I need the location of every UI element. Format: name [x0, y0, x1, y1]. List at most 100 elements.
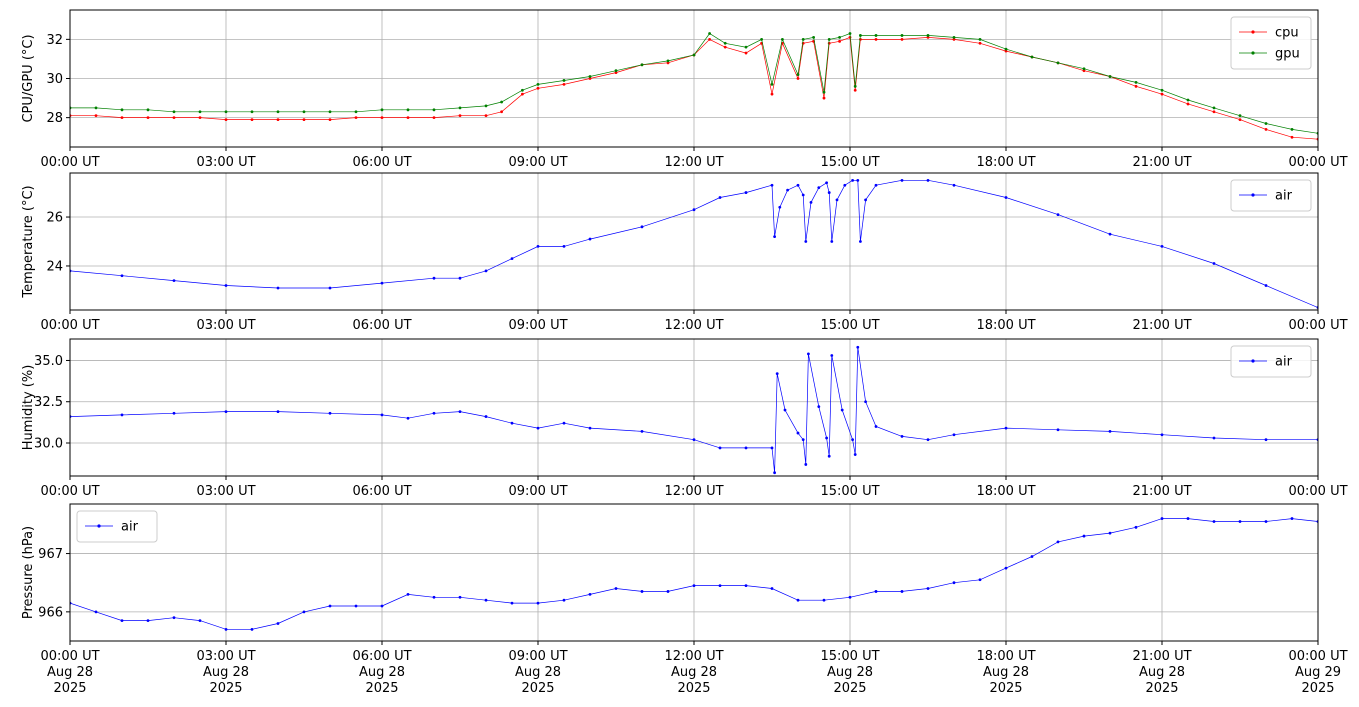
data-point-gpu [354, 110, 358, 114]
x-tick-label: 09:00 UT [508, 649, 567, 664]
data-point-gpu [1160, 88, 1164, 92]
data-point-air [562, 244, 566, 248]
data-point-cpu [94, 114, 98, 118]
data-point-air [796, 598, 800, 602]
data-point-air [773, 235, 776, 239]
x-tick-label: 00:00 UT [1288, 155, 1347, 170]
data-point-air [380, 604, 384, 608]
data-point-air [804, 240, 808, 243]
data-point-air [380, 281, 384, 285]
data-point-air [510, 257, 514, 261]
data-point-air [328, 604, 332, 608]
data-point-air [822, 598, 826, 602]
data-point-gpu [640, 63, 644, 67]
y-tick-label: 30.0 [34, 436, 63, 451]
data-point-air [1134, 525, 1138, 529]
y-axis-label: Pressure (hPa) [21, 526, 36, 619]
data-point-air [692, 584, 696, 588]
data-point-air [354, 604, 358, 608]
data-point-air [827, 454, 831, 458]
data-point-air [718, 584, 722, 588]
data-point-air [807, 352, 810, 356]
data-point-gpu [801, 37, 805, 41]
data-point-gpu [822, 90, 826, 94]
data-point-gpu [926, 34, 930, 37]
data-point-air [848, 595, 852, 599]
x-tick-label: 2025 [209, 681, 242, 696]
x-tick-label: Aug 28 [47, 665, 93, 680]
x-tick-label: 00:00 UT [40, 155, 99, 170]
data-point-cpu [874, 37, 878, 41]
data-point-cpu [562, 82, 566, 86]
y-axis-label: Temperature (°C) [21, 185, 36, 298]
data-point-air [458, 595, 462, 599]
data-point-air [1186, 517, 1190, 520]
x-tick-label: 00:00 UT [1288, 318, 1347, 333]
data-point-air [978, 578, 982, 582]
x-tick-label: 03:00 UT [196, 318, 255, 333]
data-point-air [1264, 284, 1268, 287]
x-tick-label: 2025 [53, 681, 86, 696]
data-point-air [640, 225, 644, 229]
x-tick-label: 00:00 UT [40, 649, 99, 664]
data-point-cpu [354, 116, 358, 120]
data-point-air [1212, 436, 1216, 440]
data-point-air [900, 434, 904, 438]
data-point-air [1290, 517, 1294, 520]
data-point-air [510, 421, 514, 425]
data-point-air [406, 592, 410, 596]
x-tick-label: 06:00 UT [352, 484, 411, 499]
data-point-air [1056, 540, 1060, 544]
data-point-cpu [500, 110, 503, 114]
legend-label-gpu: gpu [1275, 47, 1300, 62]
x-tick-label: 2025 [365, 681, 398, 696]
data-point-gpu [770, 82, 774, 86]
data-point-gpu [302, 110, 306, 114]
data-point-air [562, 598, 566, 602]
data-point-air [744, 584, 748, 588]
y-tick-label: 24 [46, 259, 63, 274]
data-point-gpu [723, 41, 727, 45]
data-point-gpu [708, 32, 711, 35]
y-tick-label: 30 [46, 72, 63, 87]
data-point-air [926, 587, 930, 590]
x-tick-label: 21:00 UT [1132, 484, 1191, 499]
x-tick-label: 2025 [1145, 681, 1178, 696]
data-point-gpu [432, 108, 436, 112]
data-point-air [692, 438, 696, 442]
data-point-gpu [1290, 127, 1294, 131]
data-point-air [952, 433, 956, 437]
data-point-gpu [1004, 47, 1008, 51]
x-tick-label: 06:00 UT [352, 155, 411, 170]
data-point-air [172, 279, 176, 283]
x-tick-label: Aug 28 [203, 665, 249, 680]
data-point-air [770, 446, 774, 450]
data-point-gpu [952, 36, 956, 39]
data-point-air [276, 622, 280, 625]
data-point-gpu [562, 79, 566, 82]
data-point-cpu [853, 88, 857, 92]
data-point-air [302, 610, 306, 614]
data-point-air [809, 200, 813, 204]
data-point-gpu [838, 36, 841, 39]
y-tick-label: 32 [46, 33, 63, 48]
data-point-air [146, 619, 150, 622]
data-point-air [120, 413, 124, 417]
data-point-air [120, 619, 124, 622]
y-tick-label: 967 [38, 547, 63, 562]
x-tick-label: Aug 28 [983, 665, 1029, 680]
data-point-cpu [406, 116, 410, 120]
data-point-air [224, 284, 228, 287]
data-point-gpu [1264, 122, 1268, 125]
x-tick-label: 00:00 UT [1288, 484, 1347, 499]
x-tick-label: 2025 [677, 681, 710, 696]
x-tick-label: Aug 29 [1295, 665, 1341, 680]
data-point-air [840, 408, 844, 412]
data-point-cpu [172, 116, 176, 120]
data-point-air [718, 196, 722, 199]
data-point-gpu [1082, 67, 1086, 71]
data-point-air [856, 178, 860, 182]
legend-marker-air [1251, 193, 1255, 197]
legend-marker-air [97, 524, 101, 528]
data-point-gpu [120, 108, 124, 112]
